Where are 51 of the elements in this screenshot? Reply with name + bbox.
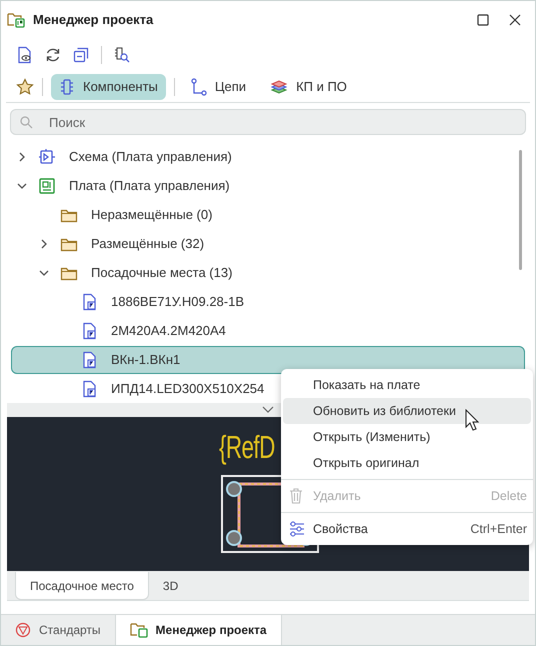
maximize-icon[interactable] <box>477 14 489 26</box>
preview-tab[interactable]: Посадочное место <box>15 572 149 600</box>
document-icon <box>82 351 98 369</box>
document-icon <box>82 380 98 398</box>
mouse-pointer-icon <box>465 409 479 431</box>
circuit-board-icon <box>38 177 56 195</box>
chevron-down-icon[interactable] <box>262 406 274 414</box>
shortcut-label: Delete <box>490 488 527 505</box>
preview-tab[interactable]: 3D <box>148 572 192 600</box>
tree-item[interactable]: Плата (Плата управления) <box>11 172 525 200</box>
view-tab[interactable]: КП и ПО <box>262 74 355 100</box>
folder-icon <box>60 236 78 252</box>
document-view-icon[interactable] <box>17 46 33 64</box>
tree-item[interactable]: 2М420А4.2М420А4 <box>11 317 525 345</box>
view-tab[interactable]: Компоненты <box>51 74 166 100</box>
document-icon <box>82 322 98 340</box>
scrollbar[interactable] <box>519 150 522 270</box>
window-title: Менеджер проекта <box>33 11 154 30</box>
layers-icon <box>270 78 288 96</box>
menu-item[interactable]: Открыть (Изменить) <box>283 424 531 450</box>
tree-item[interactable]: ВКн-1.ВКн1 <box>11 346 525 374</box>
search-field[interactable]: Поиск <box>10 109 526 135</box>
reference-designator: {RefD <box>219 431 275 463</box>
close-icon[interactable] <box>509 14 521 26</box>
folder-icon <box>7 11 25 29</box>
collapse-all-icon[interactable] <box>73 47 89 63</box>
menu-item[interactable]: Открыть оригинал <box>283 450 531 476</box>
sliders-icon <box>289 521 305 537</box>
tree-item[interactable]: Неразмещённые (0) <box>11 201 525 229</box>
view-tab[interactable]: Цепи <box>182 74 254 100</box>
folder-icon <box>60 207 78 223</box>
tree-item[interactable]: Размещённые (32) <box>11 230 525 258</box>
tree-item[interactable]: 1886ВЕ71У.Н09.28-1В <box>11 288 525 316</box>
shortcut-label: Ctrl+Enter <box>470 520 527 538</box>
folder-icon <box>130 621 148 639</box>
document-icon <box>82 293 98 311</box>
find-component-icon[interactable] <box>114 47 130 63</box>
connection-icon <box>190 78 207 96</box>
panel-tab[interactable]: Менеджер проекта <box>116 615 282 645</box>
menu-item[interactable]: Обновить из библиотеки <box>283 398 531 424</box>
folder-icon <box>60 265 78 281</box>
trash-icon <box>289 488 303 504</box>
star-icon[interactable] <box>16 78 34 96</box>
menu-item[interactable]: Показать на плате <box>283 372 531 398</box>
menu-item[interactable]: Свойства Ctrl+Enter <box>283 516 531 542</box>
tree-item[interactable]: Посадочные места (13) <box>11 259 525 287</box>
schematic-icon <box>38 148 56 166</box>
search-icon <box>19 115 33 129</box>
refresh-icon[interactable] <box>45 47 61 63</box>
tree-item[interactable]: Схема (Плата управления) <box>11 143 525 171</box>
chip-icon <box>59 78 75 96</box>
